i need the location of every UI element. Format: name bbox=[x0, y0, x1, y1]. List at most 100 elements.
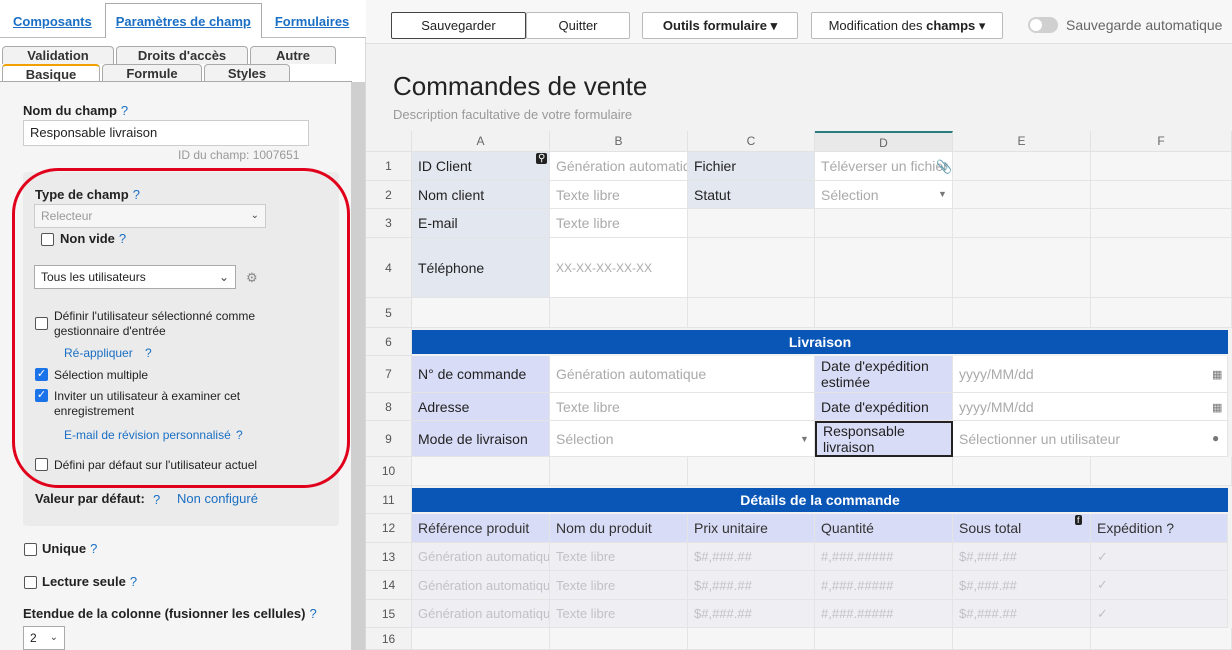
row-header[interactable]: 3 bbox=[366, 209, 412, 238]
cell-num-commande[interactable]: N° de commande bbox=[412, 356, 550, 393]
field-type-select[interactable]: Relecteur ⌄ bbox=[34, 204, 266, 228]
table-cell[interactable]: #,###.##### bbox=[815, 571, 953, 600]
subtab-formule[interactable]: Formule bbox=[102, 64, 202, 82]
table-header-prix[interactable]: Prix unitaire bbox=[688, 514, 815, 543]
cell-id-client[interactable]: ID Client ⚲ bbox=[412, 152, 550, 181]
readonly-checkbox[interactable] bbox=[24, 576, 37, 589]
tab-composants[interactable]: Composants bbox=[2, 5, 103, 37]
cell-email-input[interactable]: Texte libre bbox=[550, 209, 688, 238]
cell-statut[interactable]: Statut bbox=[688, 181, 815, 209]
empty-cell[interactable] bbox=[688, 209, 815, 238]
help-icon[interactable]: ? bbox=[133, 187, 140, 202]
cell-telephone[interactable]: Téléphone bbox=[412, 238, 550, 298]
row-header[interactable]: 11 bbox=[366, 486, 412, 514]
cell-adresse-input[interactable]: Texte libre bbox=[550, 393, 815, 421]
empty-cell[interactable] bbox=[953, 298, 1091, 328]
row-header[interactable]: 8 bbox=[366, 393, 412, 421]
help-icon[interactable]: ? bbox=[153, 492, 160, 507]
empty-cell[interactable] bbox=[953, 238, 1091, 298]
table-cell[interactable]: $#,###.## bbox=[688, 543, 815, 571]
form-title[interactable]: Commandes de vente bbox=[393, 71, 647, 102]
cell-telephone-input[interactable]: XX-XX-XX-XX-XX bbox=[550, 238, 688, 298]
help-icon[interactable]: ? bbox=[145, 346, 152, 360]
check-icon[interactable]: ✓ bbox=[1091, 571, 1228, 600]
table-header-expedition[interactable]: Expédition ? bbox=[1091, 514, 1228, 543]
help-icon[interactable]: ? bbox=[309, 606, 316, 621]
set-manager-checkbox[interactable] bbox=[35, 317, 48, 330]
empty-cell[interactable] bbox=[815, 298, 953, 328]
row-header[interactable]: 2 bbox=[366, 181, 412, 209]
help-icon[interactable]: ? bbox=[236, 428, 243, 442]
table-cell[interactable]: $#,###.## bbox=[953, 600, 1091, 628]
table-cell[interactable]: Texte libre bbox=[550, 600, 688, 628]
cell-responsable-user-picker[interactable]: Sélectionner un utilisateur ● bbox=[953, 421, 1228, 457]
empty-cell[interactable] bbox=[688, 298, 815, 328]
row-header[interactable]: 6 bbox=[366, 328, 412, 356]
table-cell[interactable]: $#,###.## bbox=[688, 571, 815, 600]
table-cell[interactable]: Génération automatique bbox=[412, 571, 550, 600]
panel-scrollbar[interactable] bbox=[351, 82, 365, 650]
autosave-toggle[interactable] bbox=[1028, 17, 1058, 33]
cell-id-client-input[interactable]: Génération automatique bbox=[550, 152, 688, 181]
help-icon[interactable]: ? bbox=[121, 103, 128, 118]
empty-cell[interactable] bbox=[550, 628, 688, 650]
cell-statut-select[interactable]: Sélection ▼ bbox=[815, 181, 953, 209]
empty-cell[interactable] bbox=[688, 457, 815, 486]
row-header[interactable]: 4 bbox=[366, 238, 412, 298]
cell-fichier[interactable]: Fichier bbox=[688, 152, 815, 181]
subtab-basique[interactable]: Basique bbox=[2, 64, 100, 82]
empty-cell[interactable] bbox=[688, 628, 815, 650]
cell-adresse[interactable]: Adresse bbox=[412, 393, 550, 421]
cell-date-expedition-estimee[interactable]: Date d'expédition estimée bbox=[815, 356, 953, 393]
empty-cell[interactable] bbox=[1091, 457, 1232, 486]
form-description[interactable]: Description facultative de votre formula… bbox=[393, 107, 632, 122]
unique-checkbox[interactable] bbox=[24, 543, 37, 556]
empty-cell[interactable] bbox=[953, 152, 1091, 181]
table-header-sous-total[interactable]: Sous total f bbox=[953, 514, 1091, 543]
cell-nom-client[interactable]: Nom client bbox=[412, 181, 550, 209]
invite-checkbox[interactable]: ✓ bbox=[35, 389, 48, 402]
empty-cell[interactable] bbox=[953, 181, 1091, 209]
tab-formulaires[interactable]: Formulaires bbox=[264, 5, 360, 37]
form-tools-button[interactable]: Outils formulaire ▾ bbox=[642, 12, 798, 39]
empty-cell[interactable] bbox=[550, 298, 688, 328]
table-cell[interactable]: #,###.##### bbox=[815, 543, 953, 571]
empty-cell[interactable] bbox=[550, 457, 688, 486]
row-header[interactable]: 1 bbox=[366, 152, 412, 181]
empty-cell[interactable] bbox=[412, 298, 550, 328]
field-name-input[interactable]: Responsable livraison bbox=[23, 120, 309, 146]
custom-email-link[interactable]: E-mail de révision personnalisé bbox=[64, 428, 231, 442]
check-icon[interactable]: ✓ bbox=[1091, 543, 1228, 571]
default-current-checkbox[interactable] bbox=[35, 458, 48, 471]
table-cell[interactable]: Texte libre bbox=[550, 543, 688, 571]
col-header-d[interactable]: D bbox=[815, 131, 953, 152]
table-header-quantite[interactable]: Quantité bbox=[815, 514, 953, 543]
cell-num-commande-input[interactable]: Génération automatique bbox=[550, 356, 815, 393]
table-cell[interactable]: Texte libre bbox=[550, 571, 688, 600]
users-select[interactable]: Tous les utilisateurs ⌄ bbox=[34, 265, 236, 289]
row-header[interactable]: 14 bbox=[366, 571, 412, 600]
empty-cell[interactable] bbox=[953, 628, 1091, 650]
gear-icon[interactable]: ⚙ bbox=[246, 270, 258, 286]
empty-cell[interactable] bbox=[1091, 298, 1232, 328]
empty-cell[interactable] bbox=[412, 628, 550, 650]
table-cell[interactable]: $#,###.## bbox=[953, 543, 1091, 571]
row-header[interactable]: 5 bbox=[366, 298, 412, 328]
empty-cell[interactable] bbox=[815, 238, 953, 298]
empty-cell[interactable] bbox=[815, 628, 953, 650]
table-cell[interactable]: #,###.##### bbox=[815, 600, 953, 628]
row-header[interactable]: 7 bbox=[366, 356, 412, 393]
empty-cell[interactable] bbox=[815, 457, 953, 486]
empty-cell[interactable] bbox=[1091, 152, 1232, 181]
cell-mode-livraison[interactable]: Mode de livraison bbox=[412, 421, 550, 457]
help-icon[interactable]: ? bbox=[90, 541, 97, 556]
row-header[interactable]: 13 bbox=[366, 543, 412, 571]
col-header-f[interactable]: F bbox=[1091, 131, 1232, 152]
col-header-c[interactable]: C bbox=[688, 131, 815, 152]
subtab-styles[interactable]: Styles bbox=[204, 64, 290, 82]
row-header[interactable]: 15 bbox=[366, 600, 412, 628]
empty-cell[interactable] bbox=[412, 457, 550, 486]
cell-date-expedition[interactable]: Date d'expédition bbox=[815, 393, 953, 421]
empty-cell[interactable] bbox=[1091, 181, 1232, 209]
row-header[interactable]: 16 bbox=[366, 628, 412, 650]
